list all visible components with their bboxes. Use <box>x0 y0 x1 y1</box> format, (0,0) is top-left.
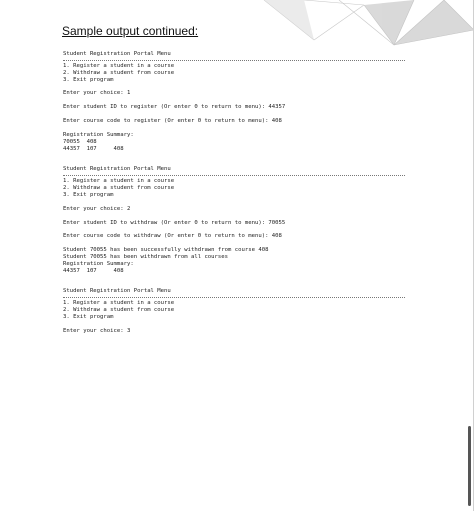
menu-option: 1. Register a student in a course <box>63 300 175 307</box>
menu-divider <box>63 175 405 177</box>
result-line: 44357 107 408 <box>63 145 124 152</box>
menu-option: 3. Exit program <box>63 76 114 83</box>
choice-prompt: Enter your choice: 2 <box>63 205 131 212</box>
menu-title: Student Registration Portal Menu <box>63 288 171 295</box>
menu-option: 1. Register a student in a course <box>63 62 175 69</box>
result-line: Student 70055 has been successfully with… <box>63 247 269 254</box>
menu-option: 2. Withdraw a student from course <box>63 69 175 76</box>
menu-option: 3. Exit program <box>63 314 114 321</box>
menu-option: 2. Withdraw a student from course <box>63 185 175 192</box>
console-output: Student Registration Portal Menu 1. Regi… <box>63 51 413 335</box>
document-page: Sample output continued: Student Registr… <box>0 0 474 511</box>
input-prompt: Enter student ID to register (Or enter 0… <box>63 104 286 111</box>
result-line: 44357 107 408 <box>63 267 124 274</box>
input-prompt: Enter course code to register (Or enter … <box>63 118 282 125</box>
menu-title: Student Registration Portal Menu <box>63 51 171 57</box>
menu-option: 3. Exit program <box>63 191 114 198</box>
choice-prompt: Enter your choice: 1 <box>63 90 131 97</box>
menu-divider <box>63 59 405 61</box>
result-line: Registration Summary: <box>63 260 134 267</box>
result-line: Student 70055 has been withdrawn from al… <box>63 253 229 260</box>
scrollbar-thumb[interactable] <box>468 426 471 506</box>
menu-option: 1. Register a student in a course <box>63 178 175 185</box>
input-prompt: Enter course code to withdraw (Or enter … <box>63 233 282 240</box>
result-line: 70055 408 <box>63 138 97 145</box>
menu-title: Student Registration Portal Menu <box>63 166 171 173</box>
input-prompt: Enter student ID to withdraw (Or enter 0… <box>63 219 286 226</box>
page-heading: Sample output continued: <box>62 24 199 38</box>
menu-option: 2. Withdraw a student from course <box>63 307 175 314</box>
choice-prompt: Enter your choice: 3 <box>63 327 131 334</box>
result-line: Registration Summary: <box>63 131 134 138</box>
menu-divider <box>63 297 405 299</box>
